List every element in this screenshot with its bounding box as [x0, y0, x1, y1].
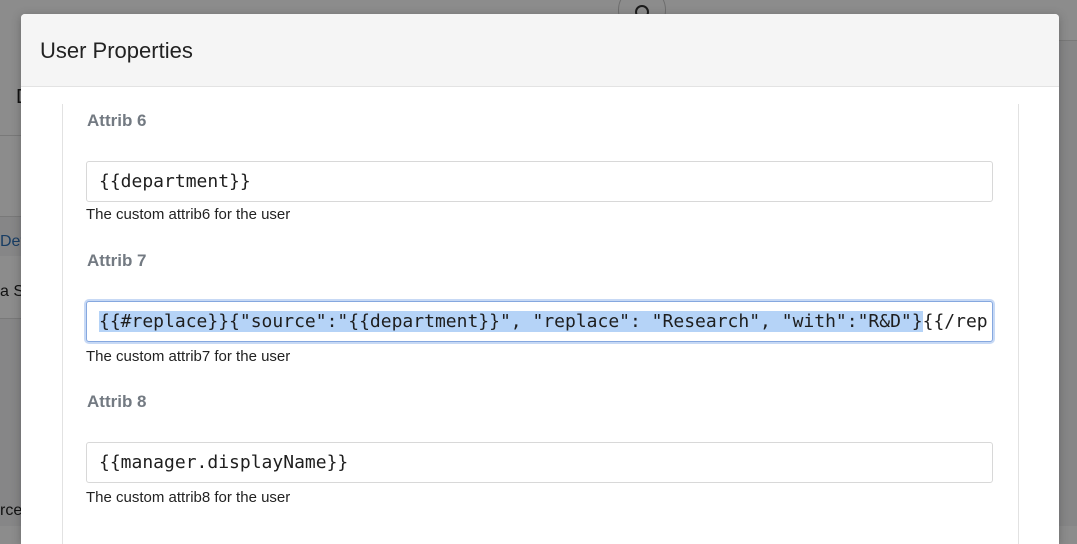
modal-header: User Properties	[21, 14, 1059, 87]
user-properties-dialog: User Properties Attrib 6 {{department}} …	[21, 14, 1059, 544]
properties-panel: Attrib 6 {{department}} The custom attri…	[62, 104, 1019, 544]
attrib7-input[interactable]: {{#replace}}{"source":"{{department}}", …	[86, 301, 993, 342]
attrib7-value: {{#replace}}{"source":"{{department}}", …	[99, 311, 988, 332]
attrib8-input[interactable]: {{manager.displayName}}	[86, 442, 993, 483]
attrib6-input[interactable]: {{department}}	[86, 161, 993, 202]
attrib8-label: Attrib 8	[87, 392, 147, 411]
attrib6-value: {{department}}	[99, 171, 251, 192]
attrib7-label: Attrib 7	[87, 251, 147, 270]
attrib8-value: {{manager.displayName}}	[99, 452, 349, 473]
attrib7-help-text: The custom attrib7 for the user	[86, 348, 291, 365]
attrib6-label: Attrib 6	[87, 111, 147, 130]
attrib7-selected-text: {{#replace}}{"source":"{{department}}", …	[99, 311, 923, 332]
attrib7-unselected-text: {{/rep	[922, 311, 988, 332]
modal-title: User Properties	[40, 38, 193, 63]
attrib6-help-text: The custom attrib6 for the user	[86, 206, 291, 223]
attrib8-help-text: The custom attrib8 for the user	[86, 489, 291, 506]
modal-body[interactable]: Attrib 6 {{department}} The custom attri…	[21, 104, 1059, 544]
